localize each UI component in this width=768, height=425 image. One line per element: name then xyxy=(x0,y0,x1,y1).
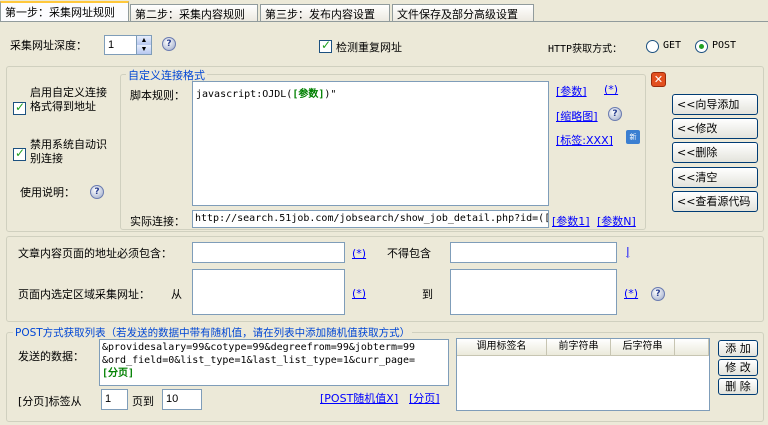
param-link[interactable]: [参数] xyxy=(556,83,587,99)
tab-label: 第一步：采集网址规则 xyxy=(5,6,115,19)
post-edit-button[interactable]: 修 改 xyxy=(718,359,758,376)
tag-link[interactable]: [标签:XXX] xyxy=(556,132,613,148)
disable-auto-detect-label: 禁用系统自动识别连接 xyxy=(30,138,107,165)
check-duplicate-label: 检测重复网址 xyxy=(336,41,402,54)
close-icon[interactable]: ✕ xyxy=(651,72,666,87)
enable-custom-link-checkbox[interactable] xyxy=(13,100,26,115)
tab-content-rules[interactable]: 第二步：采集内容规则 xyxy=(130,4,258,21)
actual-link-label: 实际连接： xyxy=(130,215,185,228)
region-to-textarea[interactable] xyxy=(450,269,617,315)
script-rule-textarea[interactable]: javascript:OJDL([参数])" xyxy=(192,81,549,206)
new-badge-icon: 新 xyxy=(626,130,640,144)
paramN-link[interactable]: [参数N] xyxy=(597,213,636,229)
from-label: 从 xyxy=(171,288,182,301)
table-header[interactable]: 前字符串 xyxy=(547,339,611,356)
region-label: 页面内选定区域采集网址： xyxy=(18,288,150,301)
disable-auto-detect-checkbox[interactable] xyxy=(13,146,26,161)
thumbnail-link[interactable]: [缩略图] xyxy=(556,108,598,124)
tab-label: 文件保存及部分高级设置 xyxy=(397,8,518,21)
table-header[interactable]: 后字符串 xyxy=(611,339,675,356)
page-to-input[interactable]: 10 xyxy=(162,389,202,410)
clear-button[interactable]: <<清空 xyxy=(672,167,758,188)
send-data-token: [分页] xyxy=(102,368,135,379)
tab-label: 第二步：采集内容规则 xyxy=(135,8,245,21)
send-data-textarea[interactable]: &providesalary=99&cotype=99&degreefrom=9… xyxy=(99,339,449,386)
region-to-wildcard-link[interactable]: (*) xyxy=(624,287,638,300)
view-source-button[interactable]: <<查看源代码 xyxy=(672,191,758,212)
spinner-down-icon[interactable]: ▼ xyxy=(136,45,151,54)
group-title: POST方式获取列表（若发送的数据中带有随机值，请在列表中添加随机值获取方式） xyxy=(13,325,413,340)
table-header[interactable]: 调用标签名 xyxy=(457,339,547,356)
region-from-wildcard-link[interactable]: (*) xyxy=(352,287,366,300)
post-page-link[interactable]: [分页] xyxy=(409,390,440,406)
delete-button[interactable]: <<删除 xyxy=(672,142,758,163)
http-method-label: HTTP获取方式： xyxy=(548,44,623,55)
post-delete-button[interactable]: 删 除 xyxy=(718,378,758,395)
help-icon[interactable]: ? xyxy=(90,185,104,199)
send-data-line: &providesalary=99&cotype=99&degreefrom=9… xyxy=(102,342,416,353)
page-to-label: 页到 xyxy=(132,395,154,408)
spinner-up-icon[interactable]: ▲ xyxy=(136,36,151,45)
radio-post[interactable] xyxy=(695,40,708,53)
tab-strip: 第一步：采集网址规则 第二步：采集内容规则 第三步：发布内容设置 文件保存及部分… xyxy=(0,0,768,22)
tab-label: 第三步：发布内容设置 xyxy=(265,8,375,21)
depth-value: 1 xyxy=(108,39,115,51)
edit-button[interactable]: <<修改 xyxy=(672,118,758,139)
script-prefix: javascript:OJDL( xyxy=(196,89,293,100)
help-icon[interactable]: ? xyxy=(608,107,622,121)
not-contain-link[interactable]: | xyxy=(626,245,630,258)
tab-publish-settings[interactable]: 第三步：发布内容设置 xyxy=(260,4,390,21)
page-from-input[interactable]: 1 xyxy=(101,389,128,410)
script-rule-label: 脚本规则： xyxy=(130,89,185,102)
not-contain-label: 不得包含 xyxy=(387,247,431,260)
script-token: [参数] xyxy=(292,89,325,100)
to-label: 到 xyxy=(422,288,433,301)
tab-url-rules[interactable]: 第一步：采集网址规则 xyxy=(0,1,129,22)
random-value-table[interactable]: 调用标签名 前字符串 后字符串 xyxy=(456,338,710,411)
post-random-link[interactable]: [POST随机值X] xyxy=(320,390,398,406)
tab-divider xyxy=(0,21,768,22)
region-from-textarea[interactable] xyxy=(192,269,345,315)
enable-custom-link-label: 启用自定义连接格式得到地址 xyxy=(30,86,107,113)
not-contain-input[interactable] xyxy=(450,242,617,263)
help-icon[interactable]: ? xyxy=(651,287,665,301)
script-suffix: )" xyxy=(324,89,337,100)
depth-label: 采集网址深度： xyxy=(10,39,87,52)
send-data-line: &ord_field=0&list_type=1&last_list_type=… xyxy=(102,355,416,366)
must-contain-input[interactable] xyxy=(192,242,345,263)
wizard-add-button[interactable]: <<向导添加 xyxy=(672,94,758,115)
radio-get[interactable] xyxy=(646,40,659,53)
usage-label: 使用说明： xyxy=(20,186,75,199)
post-add-button[interactable]: 添 加 xyxy=(718,340,758,357)
help-icon[interactable]: ? xyxy=(162,37,176,51)
wildcard-link[interactable]: (*) xyxy=(604,83,618,96)
page-tag-label: [分页]标签从 xyxy=(18,395,82,408)
actual-link-field[interactable]: http://search.51job.com/jobsearch/show_j… xyxy=(192,210,549,228)
must-contain-label: 文章内容页面的地址必须包含： xyxy=(18,247,172,260)
check-duplicate-checkbox[interactable] xyxy=(319,38,332,53)
radio-post-label: POST xyxy=(712,40,737,51)
param1-link[interactable]: [参数1] xyxy=(552,213,590,229)
tab-file-save-advanced[interactable]: 文件保存及部分高级设置 xyxy=(392,4,534,21)
must-contain-wildcard-link[interactable]: (*) xyxy=(352,247,366,260)
depth-spinner[interactable]: 1 ▲ ▼ xyxy=(104,35,152,55)
send-data-label: 发送的数据： xyxy=(18,350,84,363)
radio-get-label: GET xyxy=(663,40,682,51)
table-header-filler xyxy=(675,339,709,356)
